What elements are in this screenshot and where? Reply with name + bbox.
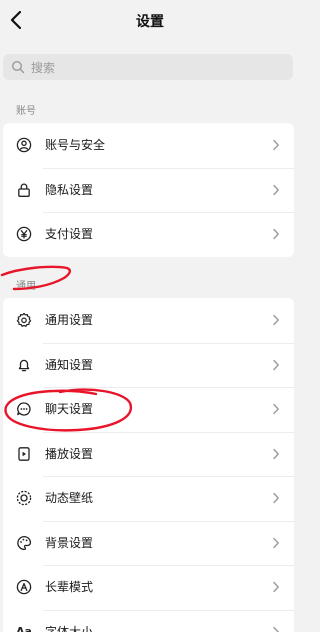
chevron-right-icon [273, 626, 279, 632]
settings-item-label: 通用设置 [45, 313, 94, 327]
section-label-account: 账号 [16, 106, 36, 117]
settings-item-privacy[interactable]: 隐私设置 [3, 167, 294, 213]
chevron-right-icon [273, 314, 279, 326]
page-title: 设置 [136, 14, 164, 30]
settings-item-label: 支付设置 [45, 227, 94, 241]
palette-icon [17, 535, 32, 550]
play-icon [18, 446, 30, 461]
settings-item-payment[interactable]: 支付设置 [3, 212, 294, 257]
settings-item-label: 背景设置 [45, 535, 94, 550]
settings-item-general[interactable]: 通用设置 [3, 298, 294, 343]
search-placeholder: 搜索 [31, 61, 56, 75]
account-settings-card: 账号与安全 隐私设置 支付设置 [3, 123, 294, 257]
settings-item-elder-mode[interactable]: 长辈模式 [3, 565, 294, 610]
chevron-right-icon [273, 359, 279, 370]
section-label-general: 通用 [16, 281, 36, 292]
elder-mode-icon [16, 579, 32, 595]
settings-item-playback[interactable]: 播放设置 [3, 431, 294, 477]
font-size-icon: Aa [16, 624, 32, 632]
settings-item-label: 聊天设置 [45, 402, 94, 416]
chat-bubble-icon [17, 402, 31, 416]
lock-icon [18, 183, 30, 197]
search-bar[interactable]: 搜索 [3, 54, 293, 80]
dynamic-wallpaper-icon [16, 490, 32, 506]
settings-item-background[interactable]: 背景设置 [3, 520, 294, 566]
settings-item-label: 长辈模式 [45, 580, 94, 594]
chevron-right-icon [273, 537, 279, 548]
settings-item-label: 播放设置 [45, 446, 94, 461]
settings-item-label: 账号与安全 [45, 138, 106, 152]
settings-item-label: 字体大小 [45, 624, 94, 632]
user-circle-icon [16, 137, 32, 153]
chevron-right-icon [273, 448, 279, 459]
settings-item-notifications[interactable]: 通知设置 [3, 342, 294, 388]
general-settings-card: 通用设置 通知设置 聊天设置 播放设置 动态壁纸 背景设置 长辈模式 Aa 字体… [3, 298, 294, 632]
chevron-right-icon [273, 184, 279, 195]
chevron-right-icon [273, 228, 279, 240]
settings-item-account-security[interactable]: 账号与安全 [3, 123, 294, 168]
gear-icon [16, 312, 32, 327]
settings-item-chat[interactable]: 聊天设置 [3, 387, 294, 432]
settings-item-font-size[interactable]: Aa 字体大小 [3, 609, 294, 632]
yen-icon [16, 226, 32, 242]
settings-item-label: 隐私设置 [45, 182, 94, 197]
chevron-right-icon [273, 139, 279, 151]
bell-icon [18, 359, 30, 371]
settings-item-label: 通知设置 [45, 357, 94, 372]
chevron-right-icon [273, 581, 279, 593]
header: 设置 [0, 0, 300, 44]
settings-item-label: 动态壁纸 [45, 491, 94, 505]
search-icon [11, 60, 25, 74]
chevron-right-icon [273, 403, 279, 415]
settings-item-dynamic-wallpaper[interactable]: 动态壁纸 [3, 476, 294, 521]
chevron-right-icon [273, 492, 279, 504]
